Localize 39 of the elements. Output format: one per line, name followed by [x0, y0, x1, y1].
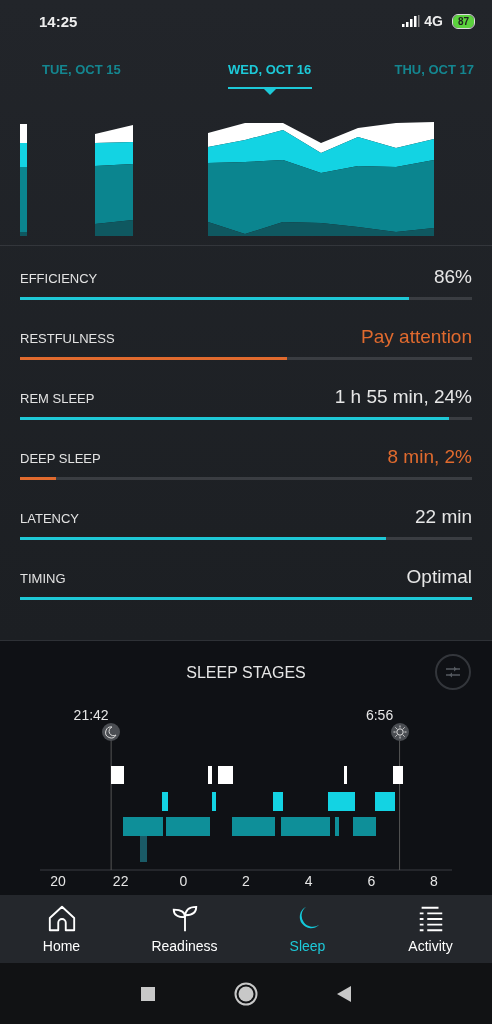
metric-value: 1 h 55 min, 24% [334, 386, 472, 408]
nav-tab[interactable]: Activity [375, 900, 486, 958]
nav-tab[interactable]: Sleep [252, 900, 363, 958]
day-tab[interactable]: TUE, OCT 15 [42, 60, 121, 87]
recent-apps-icon[interactable] [140, 985, 156, 1002]
bedtime-label: 21:42 [72, 707, 110, 723]
section-title: SLEEP STAGES [186, 664, 306, 682]
axis-label: 0 [178, 873, 189, 889]
metric-label: DEEP SLEEP [20, 451, 101, 466]
axis-label: 8 [429, 873, 439, 889]
metric-label: TIMING [20, 571, 66, 586]
home-icon[interactable] [234, 981, 258, 1006]
metric-label: REM SLEEP [20, 391, 95, 406]
axis-label: 6 [366, 873, 377, 889]
metric-label: LATENCY [20, 511, 79, 526]
metric-value: 8 min, 2% [387, 446, 472, 468]
metric-label: RESTFULNESS [20, 331, 115, 346]
axis-label: 2 [241, 873, 251, 889]
sliders-icon [444, 665, 462, 679]
wake-time-label: 6:56 [364, 707, 395, 723]
network-type: 4G [424, 13, 443, 29]
metric-value: 86% [433, 266, 472, 288]
back-icon[interactable] [336, 984, 352, 1003]
axis-label: 20 [49, 873, 67, 889]
signal-icon [402, 15, 421, 27]
clock-time: 14:25 [39, 12, 78, 30]
metric-value: Pay attention [361, 326, 472, 348]
moon-icon [102, 723, 121, 741]
nav-tab[interactable]: Home [6, 900, 117, 958]
metric-label: EFFICIENCY [20, 271, 98, 286]
day-tab[interactable]: THU, OCT 17 [394, 60, 474, 87]
axis-label: 4 [303, 873, 314, 889]
house-icon [46, 904, 77, 934]
axis-label: 22 [111, 873, 130, 889]
metric-value: 22 min [414, 506, 472, 528]
sun-icon [390, 723, 409, 741]
nav-tab[interactable]: Readiness [129, 900, 240, 958]
battery-level: 87 [452, 14, 474, 28]
metric-value: Optimal [406, 566, 472, 588]
